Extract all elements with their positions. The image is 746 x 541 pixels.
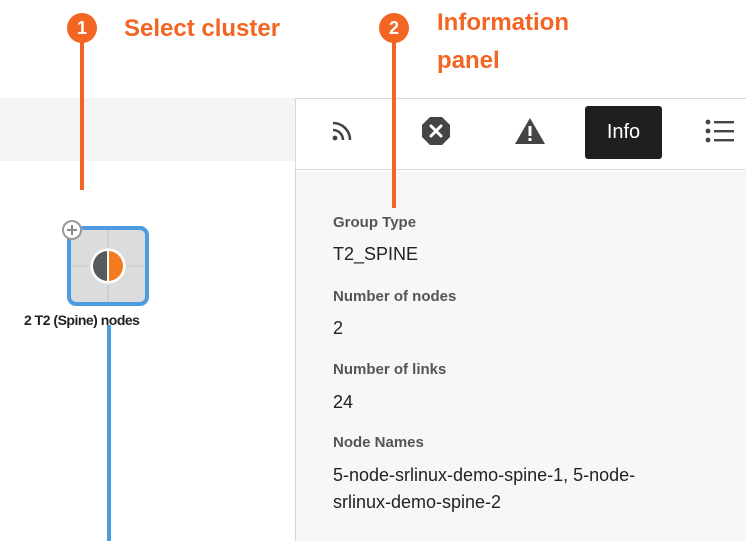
group-type-value: T2_SPINE <box>333 244 419 264</box>
spine-cluster-icon <box>71 230 145 302</box>
callout-2-label-line2: panel <box>437 47 500 74</box>
warnings-button[interactable] <box>506 106 554 160</box>
node-names-value-line2: srlinux-demo-spine-2 <box>333 492 502 512</box>
errors-button[interactable] <box>412 106 460 160</box>
node-names-label: Node Names <box>333 434 424 451</box>
callout-2-pointer <box>392 38 396 208</box>
rss-icon <box>330 119 354 148</box>
rss-button[interactable] <box>318 106 366 160</box>
number-of-nodes-label: Number of nodes <box>333 288 457 305</box>
expand-cluster-icon[interactable] <box>62 220 82 240</box>
cluster-label: 2 T2 (Spine) nodes <box>24 312 140 328</box>
group-type-label: Group Type <box>333 214 417 231</box>
close-error-icon <box>420 115 452 152</box>
number-of-nodes-value: 2 <box>333 318 344 338</box>
callout-1-pointer <box>80 38 84 190</box>
cluster-node[interactable] <box>67 226 149 306</box>
callout-2-badge: 2 <box>379 13 409 43</box>
list-icon <box>702 114 736 153</box>
callout-1-badge: 1 <box>67 13 97 43</box>
callout-2-label-line1: Information <box>437 9 569 36</box>
tab-info[interactable]: Info <box>585 106 662 159</box>
number-of-links-value: 24 <box>333 392 354 412</box>
list-button[interactable] <box>695 106 743 160</box>
node-names-value-line1: 5-node-srlinux-demo-spine-1, 5-node- <box>333 465 636 485</box>
callout-1-label: Select cluster <box>124 15 281 42</box>
number-of-links-label: Number of links <box>333 361 447 378</box>
warning-icon <box>514 116 546 151</box>
graph-canvas-band <box>0 98 295 161</box>
cluster-link <box>107 325 111 541</box>
